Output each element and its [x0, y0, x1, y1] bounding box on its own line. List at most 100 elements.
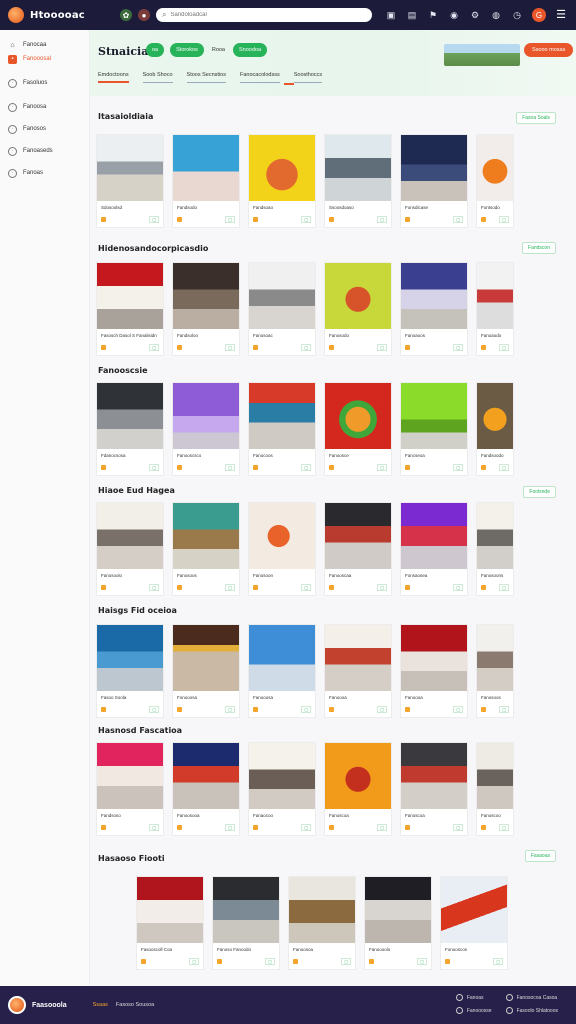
tab[interactable]: Fanocacolodsss	[239, 72, 280, 83]
bookmark-icon[interactable]: ▣	[385, 9, 397, 21]
shop-card[interactable]: Fanooosa ▢	[248, 624, 316, 718]
footer-item[interactable]: · Fanoas	[455, 994, 492, 1001]
shop-card[interactable]: Fandsoodo ▢	[476, 382, 514, 476]
shop-card[interactable]: Fandsoso ▢	[96, 742, 164, 836]
shop-card[interactable]: Fanoooolo ▢	[364, 876, 432, 970]
shop-card[interactable]: Fanosoolo ▢	[96, 502, 164, 596]
menu-icon[interactable]: ☰	[556, 8, 566, 21]
star-icon	[253, 825, 258, 830]
section-link[interactable]: Fasoa Soals	[516, 112, 556, 124]
shop-card[interactable]: Fanoosoa ▢	[288, 876, 356, 970]
plant-icon[interactable]: ✿	[120, 9, 132, 21]
shop-card[interactable]: Fanosodo ▢	[324, 262, 392, 356]
shop-card[interactable]: Fasosch Dasol S Fanalisidn ▢	[96, 262, 164, 356]
shop-card[interactable]: Fanooscaa ▢	[324, 502, 392, 596]
shop-card[interactable]: Fonooosa ▢	[172, 624, 240, 718]
shop-card[interactable]: Fanoooa ▢	[324, 624, 392, 718]
footer-item[interactable]: · Fanooosse	[455, 1007, 492, 1014]
globe-icon[interactable]: ◍	[490, 9, 502, 21]
settings-icon[interactable]: ⚙	[469, 9, 481, 21]
card-label: Fanocoos	[253, 453, 273, 458]
search-input[interactable]	[170, 12, 351, 18]
star-icon	[253, 217, 258, 222]
shop-card[interactable]: Fonsaosea ▢	[400, 502, 468, 596]
home-icon: ⌂	[10, 41, 15, 49]
sidebar-item-5[interactable]: · Fanoaseds	[0, 144, 89, 158]
tab[interactable]: Soob Shoco	[142, 72, 173, 83]
shop-card[interactable]: Fanoaodo ▢	[476, 262, 514, 356]
shop-card[interactable]: Fonsdicase ▢	[400, 134, 468, 228]
sidebar-item-3[interactable]: · Fanoosa	[0, 100, 89, 114]
sidebar-item-1[interactable]: ▪ Fanooosal	[0, 52, 89, 66]
shop-card[interactable]: Fandsoloo ▢	[172, 262, 240, 356]
shop-card[interactable]: Fanocoos ▢	[248, 382, 316, 476]
shop-card[interactable]: Fanoso Fanoodo ▢	[212, 876, 280, 970]
filter-pill[interactable]: oa	[146, 43, 165, 57]
tag-icon: ▢	[225, 344, 235, 351]
shop-card[interactable]: Fanoscoa ▢	[324, 742, 392, 836]
chat-icon[interactable]: ◉	[448, 9, 460, 21]
shop-card[interactable]: Fanooscsco ▢	[172, 382, 240, 476]
section-link[interactable]: Fandscon	[522, 242, 556, 254]
sidebar-item-0[interactable]: ⌂ Fanocaa	[0, 38, 89, 52]
bag-icon[interactable]: ▤	[406, 9, 418, 21]
shop-card[interactable]: Fanoooa ▢	[400, 624, 468, 718]
shop-image	[325, 503, 391, 569]
flag-icon[interactable]: ⚑	[427, 9, 439, 21]
footer-link[interactable]: Fasoso Sousoa	[116, 1002, 154, 1008]
footer-item[interactable]: · Fanosocoa Casoa	[505, 994, 558, 1001]
shop-card[interactable]: Fasoo Soola ▢	[96, 624, 164, 718]
shop-card[interactable]: Fdanocsosa ▢	[96, 382, 164, 476]
footer-link[interactable]: Ssaas	[93, 1002, 108, 1008]
shop-card[interactable]: Fancseoa ▢	[400, 382, 468, 476]
shop-card[interactable]: Fanoosce ▢	[324, 382, 392, 476]
shop-card[interactable]: Fanosoos ▢	[476, 624, 514, 718]
card-row: Fasosch Dasol S Fanalisidn ▢ Fandsoloo ▢…	[96, 262, 514, 356]
circle-icon: ·	[505, 1007, 513, 1014]
shop-card[interactable]: Fanoscoo ▢	[476, 742, 514, 836]
shop-card[interactable]: Fandsodo ▢	[172, 134, 240, 228]
tab[interactable]: Stoos Secnstios	[186, 72, 226, 83]
filter-pill[interactable]: Storokos	[170, 43, 204, 57]
section-link[interactable]: Fasaoas	[524, 850, 556, 862]
filter-pill[interactable]: Rooa	[210, 43, 227, 57]
tab[interactable]: Soosthoccs	[293, 72, 323, 83]
star-icon	[329, 585, 334, 590]
shop-card[interactable]: Fanosoons ▢	[476, 502, 514, 596]
shop-card[interactable]: Fonooscos ▢	[440, 876, 508, 970]
shop-card[interactable]: Fanoscoa ▢	[400, 742, 468, 836]
footer-item[interactable]: · Fasoolo Shlatooos	[505, 1007, 558, 1014]
tab[interactable]: Emdoctoons	[98, 72, 129, 83]
circle-icon: ·	[505, 994, 513, 1001]
cta-button[interactable]: Ssooo mosas	[524, 43, 574, 57]
shop-card[interactable]: Fanoaoos ▢	[400, 262, 468, 356]
avatar[interactable]: G	[532, 8, 546, 22]
tag-icon: ▢	[453, 464, 463, 471]
shop-image	[325, 135, 391, 201]
shop-card[interactable]: Fandsoao ▢	[248, 134, 316, 228]
tag-icon: ▢	[225, 584, 235, 591]
sidebar-item-6[interactable]: · Fanoas	[0, 166, 89, 180]
shop-card[interactable]: Fanaocoo ▢	[248, 742, 316, 836]
shop-card[interactable]: Sdosoolsd ▢	[96, 134, 164, 228]
star-icon	[253, 465, 258, 470]
clock-icon[interactable]: ◷	[511, 9, 523, 21]
tag-icon: ▢	[417, 958, 427, 965]
sidebar-item-4[interactable]: · Fanosos	[0, 122, 89, 136]
search-bar[interactable]: ⌕	[156, 8, 372, 22]
shop-card[interactable]: Fanoosooa ▢	[172, 742, 240, 836]
filter-pill[interactable]: Snoodoa	[233, 43, 268, 57]
shop-card[interactable]: Fontsodo ▢	[476, 134, 514, 228]
user-icon[interactable]: ●	[138, 9, 150, 21]
tag-icon: ▢	[265, 958, 275, 965]
sidebar-item-label: Fasoluos	[23, 80, 48, 86]
star-icon	[101, 217, 106, 222]
shop-card[interactable]: Fanosoos ▢	[172, 502, 240, 596]
shop-card[interactable]: Fanosoac ▢	[248, 262, 316, 356]
shop-card[interactable]: Fasooscoll Coa ▢	[136, 876, 204, 970]
shop-card[interactable]: Fanosoon ▢	[248, 502, 316, 596]
sidebar-item-2[interactable]: · Fasoluos	[0, 76, 89, 90]
shop-card[interactable]: Ssoosdoaso ▢	[324, 134, 392, 228]
section-link[interactable]: Foolsnde	[523, 486, 556, 498]
promo-banner-image[interactable]	[444, 44, 520, 66]
